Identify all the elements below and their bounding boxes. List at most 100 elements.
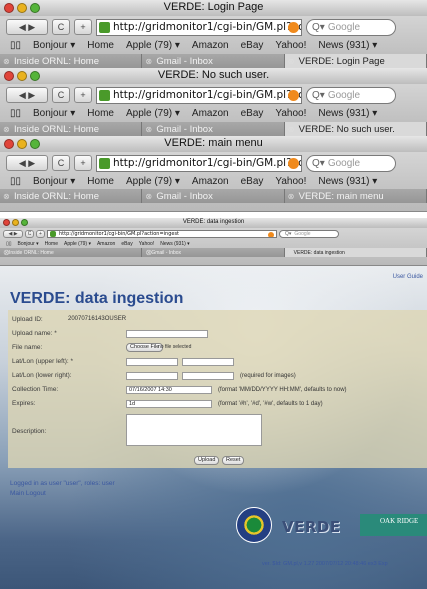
main-logout-link[interactable]: Main Logout	[10, 490, 46, 497]
bookmarks-icon[interactable]: ▯▯	[10, 108, 21, 119]
bookmark-item[interactable]: Bonjour ▾	[33, 40, 75, 51]
search-field[interactable]: Q▾ Google	[306, 18, 396, 36]
back-forward-buttons[interactable]: ◀ ▶	[3, 229, 23, 238]
bookmark-item[interactable]: eBay	[241, 176, 264, 187]
bookmark-item[interactable]: Yahoo!	[275, 108, 306, 119]
tab-label: Gmail - Inbox	[156, 190, 213, 202]
bookmark-item[interactable]: Amazon	[192, 176, 229, 187]
collection-time-input[interactable]: 07/16/2007 14:30	[126, 386, 212, 394]
upload-button[interactable]: Upload	[194, 456, 220, 465]
back-forward-buttons[interactable]: ◀ ▶	[6, 87, 48, 103]
add-bookmark-button[interactable]: +	[36, 229, 45, 238]
user-guide-link[interactable]: User Guide	[393, 274, 423, 280]
address-bar[interactable]: http://gridmonitor1/cgi-bin/GM.pl?actio	[96, 86, 302, 104]
bookmark-item[interactable]: eBay	[241, 108, 264, 119]
bookmark-item[interactable]: Apple (79) ▾	[126, 176, 180, 187]
address-bar[interactable]: http://gridmonitor1/cgi-bin/GM.pl?action…	[47, 229, 277, 238]
reload-button[interactable]: C	[52, 155, 70, 171]
bookmark-item[interactable]: News (931) ▾	[160, 241, 189, 247]
title-bar[interactable]: VERDE: No such user.	[0, 68, 427, 84]
reset-button[interactable]: Reset	[222, 456, 245, 465]
add-bookmark-button[interactable]: +	[74, 19, 92, 35]
bookmark-item[interactable]: Home	[87, 176, 114, 187]
bookmark-item[interactable]: News (931) ▾	[318, 40, 377, 51]
bookmarks-icon[interactable]: ▯▯	[6, 241, 12, 247]
tab-gmail[interactable]: ⊗ Gmail - Inbox	[142, 122, 285, 136]
upload-id-value: 20070716143OUSER	[68, 316, 127, 322]
bookmark-item[interactable]: Amazon	[97, 241, 115, 247]
bookmark-item[interactable]: Home	[87, 40, 114, 51]
expires-input[interactable]: 1d	[126, 400, 212, 408]
back-forward-buttons[interactable]: ◀ ▶	[6, 155, 48, 171]
tab-inside-ornl[interactable]: ⊗ Inside ORNL: Home	[0, 189, 143, 203]
close-tab-icon[interactable]: ⊗	[145, 192, 152, 201]
close-tab-icon[interactable]: ⊗	[3, 248, 10, 257]
address-bar[interactable]: http://gridmonitor1/cgi-bin/GM.pl?actio	[96, 154, 302, 172]
lon-lower-right-input[interactable]	[182, 372, 234, 380]
rss-icon[interactable]	[288, 89, 299, 101]
title-bar[interactable]: VERDE: main menu	[0, 136, 427, 152]
bookmark-item[interactable]: eBay	[241, 40, 264, 51]
bookmark-item[interactable]: Apple (79) ▾	[64, 241, 91, 247]
tab-verde-login[interactable]: ⊗ VERDE: Login Page	[284, 54, 427, 68]
bookmark-item[interactable]: Amazon	[192, 40, 229, 51]
rss-icon[interactable]	[268, 231, 274, 237]
rss-icon[interactable]	[288, 21, 299, 33]
window-title: VERDE: main menu	[164, 137, 263, 149]
tab-gmail[interactable]: ⊗ Gmail - Inbox	[142, 189, 285, 203]
reload-button[interactable]: C	[25, 229, 34, 238]
tab-verde-no-such-user[interactable]: ⊗ VERDE: No such user.	[284, 122, 427, 136]
bookmark-item[interactable]: Yahoo!	[275, 40, 306, 51]
close-tab-icon[interactable]: ⊗	[288, 192, 295, 201]
bookmarks-icon[interactable]: ▯▯	[10, 40, 21, 51]
upload-name-input[interactable]	[126, 330, 208, 338]
doe-seal-logo	[236, 507, 272, 543]
bookmark-item[interactable]: Bonjour ▾	[18, 241, 39, 247]
reload-button[interactable]: C	[52, 87, 70, 103]
tab-gmail[interactable]: ⊗ Gmail - Inbox	[142, 54, 285, 68]
lon-upper-left-input[interactable]	[182, 358, 234, 366]
lat-upper-left-input[interactable]	[126, 358, 178, 366]
tab-gmail[interactable]: ⊗ Gmail - Inbox	[142, 248, 285, 257]
tab-verde-main-menu[interactable]: ⊗ VERDE: main menu	[285, 189, 427, 203]
bookmark-item[interactable]: Bonjour ▾	[33, 108, 75, 119]
add-bookmark-button[interactable]: +	[74, 155, 92, 171]
close-tab-icon[interactable]: ⊗	[145, 248, 152, 257]
add-bookmark-button[interactable]: +	[74, 87, 92, 103]
close-tab-icon[interactable]: ⊗	[145, 125, 152, 134]
tab-inside-ornl[interactable]: ⊗ Inside ORNL: Home	[0, 122, 143, 136]
address-bar[interactable]: http://gridmonitor1/cgi-bin/GM.pl?actio	[96, 18, 302, 36]
search-field[interactable]: Q▾ Google	[306, 154, 396, 172]
close-tab-icon[interactable]: ⊗	[288, 248, 295, 257]
bookmark-item[interactable]: eBay	[121, 241, 132, 247]
reload-button[interactable]: C	[52, 19, 70, 35]
back-forward-buttons[interactable]: ◀ ▶	[6, 19, 48, 35]
title-bar[interactable]: VERDE: Login Page	[0, 0, 427, 16]
close-tab-icon[interactable]: ⊗	[3, 57, 10, 66]
bookmarks-icon[interactable]: ▯▯	[10, 176, 21, 187]
lat-lower-right-input[interactable]	[126, 372, 178, 380]
close-tab-icon[interactable]: ⊗	[288, 125, 295, 134]
close-tab-icon[interactable]: ⊗	[145, 57, 152, 66]
bookmark-item[interactable]: Amazon	[192, 108, 229, 119]
bookmark-item[interactable]: Apple (79) ▾	[126, 108, 180, 119]
close-tab-icon[interactable]: ⊗	[288, 57, 295, 66]
description-textarea[interactable]	[126, 414, 262, 446]
bookmark-item[interactable]: Home	[45, 241, 58, 247]
bookmark-item[interactable]: Yahoo!	[139, 241, 154, 247]
bookmark-item[interactable]: Home	[87, 108, 114, 119]
tab-inside-ornl[interactable]: ⊗ Inside ORNL: Home	[0, 54, 143, 68]
search-field[interactable]: Q▾ Google	[306, 86, 396, 104]
rss-icon[interactable]	[288, 157, 299, 169]
close-tab-icon[interactable]: ⊗	[3, 125, 10, 134]
tab-inside-ornl[interactable]: ⊗ Inside ORNL: Home	[0, 248, 143, 257]
bookmark-item[interactable]: Yahoo!	[275, 176, 306, 187]
search-field[interactable]: Q▾ Google	[279, 229, 339, 238]
title-bar[interactable]: VERDE: data ingestion	[0, 218, 427, 228]
close-tab-icon[interactable]: ⊗	[3, 192, 10, 201]
bookmark-item[interactable]: Bonjour ▾	[33, 176, 75, 187]
bookmark-item[interactable]: News (931) ▾	[318, 108, 377, 119]
bookmark-item[interactable]: News (931) ▾	[318, 176, 377, 187]
tab-verde-data-ingestion[interactable]: ⊗ VERDE: data ingestion	[284, 248, 427, 257]
bookmark-item[interactable]: Apple (79) ▾	[126, 40, 180, 51]
